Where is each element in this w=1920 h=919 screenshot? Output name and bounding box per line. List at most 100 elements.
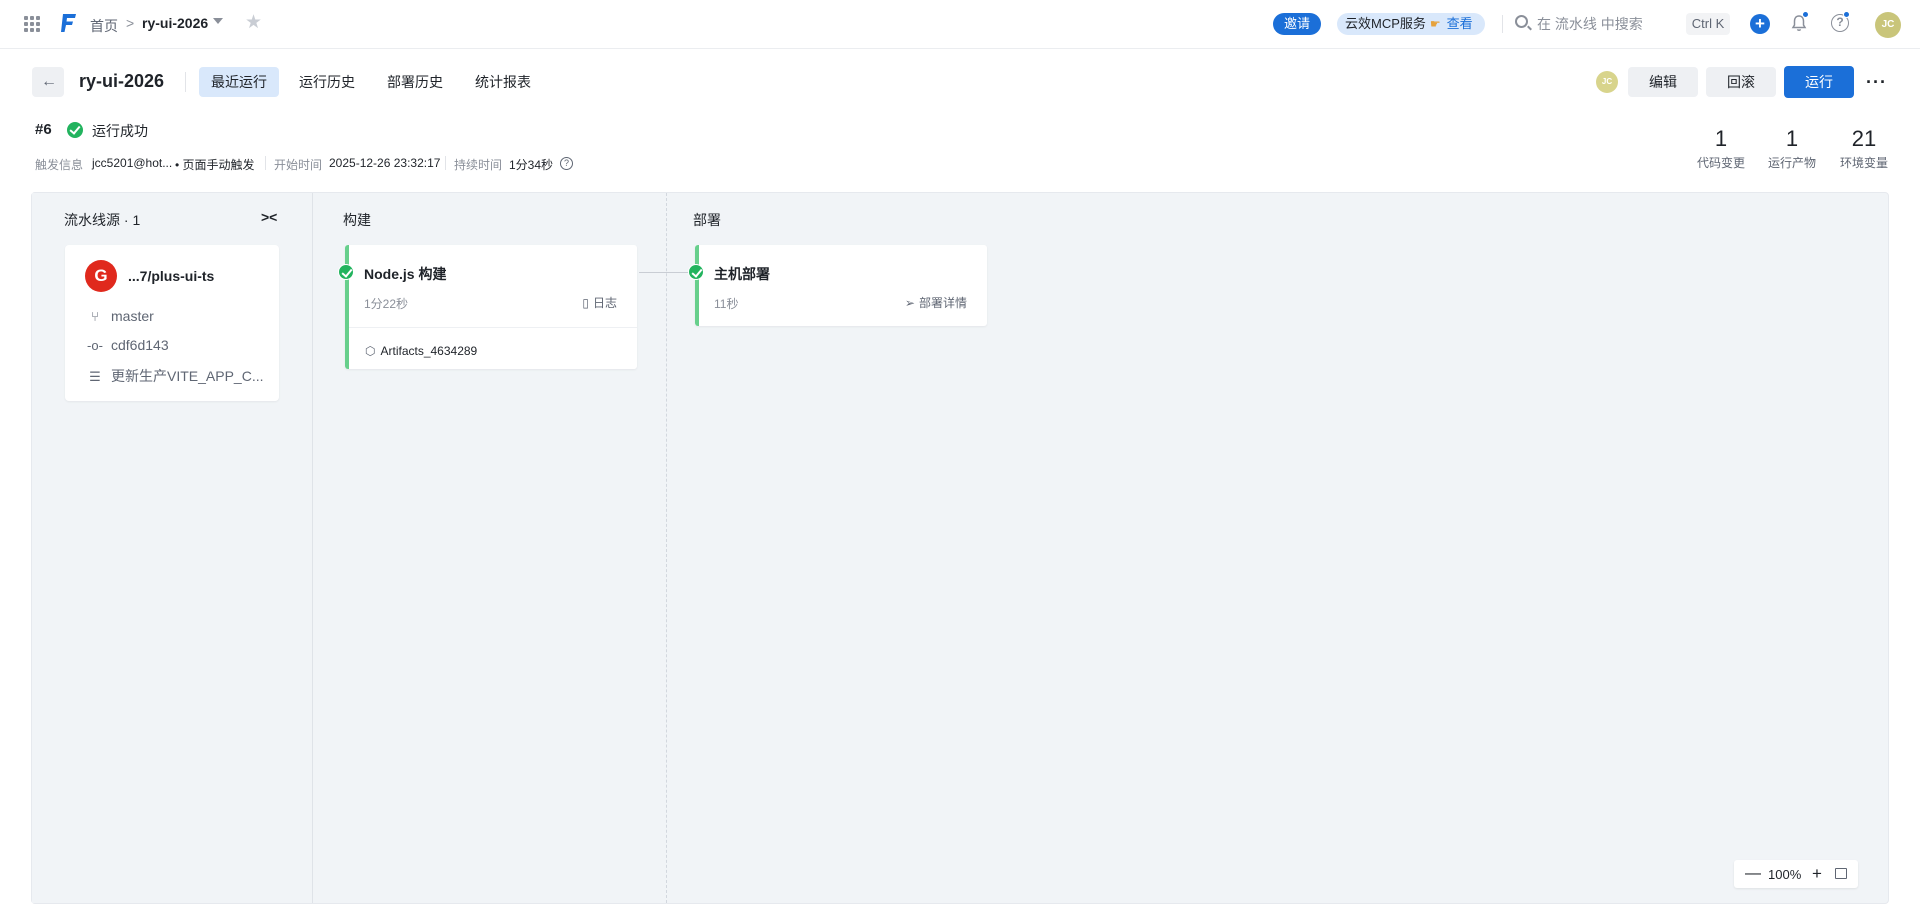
stage-header-deploy: 部署: [693, 212, 721, 228]
stat-artifacts[interactable]: 1 运行产物: [1764, 126, 1820, 171]
branch-name: master: [111, 308, 154, 324]
stat-value: 21: [1851, 126, 1877, 151]
job-title[interactable]: 主机部署: [714, 264, 770, 284]
tab-recent-runs[interactable]: 最近运行: [199, 67, 279, 97]
commit-icon: -o-: [87, 338, 103, 353]
job-duration: 11秒: [714, 297, 739, 311]
user-avatar[interactable]: JC: [1875, 12, 1901, 38]
owner-avatar[interactable]: JC: [1596, 71, 1618, 93]
arrow-left-icon: ←: [41, 73, 57, 90]
zoom-out-icon[interactable]: —: [1745, 865, 1761, 883]
branch-icon: ⑂: [91, 309, 99, 324]
logo-icon[interactable]: [60, 12, 78, 34]
stage-divider: [666, 193, 667, 903]
chevron-down-icon[interactable]: [213, 18, 223, 24]
job-divider: [349, 327, 637, 328]
breadcrumb-separator: >: [126, 15, 135, 31]
branch-row: ⑂ master: [87, 308, 154, 324]
run-status: 运行成功: [92, 123, 148, 139]
invite-button[interactable]: 邀请: [1273, 13, 1321, 35]
success-check-icon: [67, 122, 83, 138]
breadcrumb-home[interactable]: 首页: [90, 16, 118, 36]
edit-button[interactable]: 编辑: [1628, 67, 1698, 97]
stat-env-vars[interactable]: 21 环境变量: [1836, 126, 1892, 171]
run-number: #6: [35, 121, 52, 138]
run-button[interactable]: 运行: [1784, 66, 1854, 98]
start-time-label: 开始时间: [274, 158, 323, 172]
git-repo-icon: G: [85, 260, 117, 292]
tab-statistics[interactable]: 统计报表: [463, 67, 543, 97]
stat-label: 代码变更: [1696, 156, 1745, 170]
job-status-bar: [695, 245, 699, 326]
breadcrumb-project[interactable]: ry-ui-2026: [142, 15, 208, 31]
nav-divider: [1502, 15, 1503, 33]
duration-label: 持续时间: [454, 158, 503, 172]
artifact-item[interactable]: ⬡ Artifacts_4634289: [365, 344, 477, 358]
tab-deploy-history[interactable]: 部署历史: [375, 67, 455, 97]
document-icon: ☰: [89, 369, 101, 384]
meta-divider: [265, 156, 266, 170]
mcp-service-banner[interactable]: 云效MCP服务 ☛ 查看: [1337, 13, 1485, 35]
stat-code-changes[interactable]: 1 代码变更: [1693, 126, 1749, 171]
zoom-control: — 100% +: [1734, 860, 1858, 888]
trigger-type: • 页面手动触发: [175, 158, 255, 172]
zoom-level: 100%: [1768, 867, 1802, 882]
notification-dot: [1802, 11, 1809, 18]
stat-label: 环境变量: [1839, 156, 1888, 170]
success-check-icon: [688, 264, 704, 280]
log-link[interactable]: ▯ 日志: [582, 294, 617, 311]
send-icon: ➢: [904, 296, 915, 310]
info-icon[interactable]: ?: [560, 157, 573, 170]
artifact-name: Artifacts_4634289: [380, 344, 478, 358]
back-button[interactable]: ←: [32, 67, 64, 97]
trigger-label: 触发信息: [35, 158, 84, 172]
search-shortcut-badge: Ctrl K: [1686, 13, 1730, 35]
package-icon: ⬡: [365, 344, 376, 358]
more-icon[interactable]: ···: [1866, 72, 1887, 93]
duration: 1分34秒: [509, 158, 554, 172]
pointing-hand-icon: ☛: [1429, 17, 1441, 31]
message-row: ☰ 更新生产VITE_APP_C...: [87, 366, 263, 386]
job-title[interactable]: Node.js 构建: [364, 264, 446, 284]
source-column-header: 流水线源 · 1: [64, 212, 141, 228]
start-time: 2025-12-26 23:32:17: [329, 156, 441, 170]
pipeline-canvas[interactable]: 流水线源 · 1 >< G ...7/plus-ui-ts ⑂ master -o…: [31, 192, 1889, 904]
create-plus-icon[interactable]: +: [1750, 14, 1770, 34]
log-icon: ▯: [582, 296, 589, 310]
column-divider: [312, 193, 313, 903]
stat-label: 运行产物: [1767, 156, 1816, 170]
source-card[interactable]: G ...7/plus-ui-ts ⑂ master -o-cdf6d143 ☰ 更…: [65, 245, 279, 401]
page-title: ry-ui-2026: [79, 71, 165, 91]
fit-view-icon[interactable]: [1835, 868, 1847, 879]
commit-message: 更新生产VITE_APP_C...: [111, 368, 264, 384]
search-icon: [1515, 15, 1528, 28]
help-dot: [1843, 11, 1850, 18]
stage-header-build: 构建: [343, 212, 371, 228]
star-icon[interactable]: ★: [245, 13, 262, 32]
repo-name[interactable]: ...7/plus-ui-ts: [128, 268, 214, 284]
mcp-view-link[interactable]: 查看: [1447, 16, 1473, 31]
collapse-icon[interactable]: ><: [261, 209, 277, 225]
app-grid-icon[interactable]: [24, 16, 40, 32]
job-card-deploy[interactable]: 主机部署 11秒 ➢ 部署详情: [695, 245, 987, 326]
top-nav: 首页 > ry-ui-2026 ★ 邀请 云效MCP服务☛ 查看 Ctrl K +…: [0, 0, 1920, 49]
source-column: 流水线源 · 1 >< G ...7/plus-ui-ts ⑂ master -o…: [32, 193, 312, 903]
meta-divider: [445, 156, 446, 170]
stat-value: 1: [1785, 126, 1799, 151]
job-card-build[interactable]: Node.js 构建 1分22秒 ▯ 日志 ⬡ Artifacts_4634289: [345, 245, 637, 369]
commit-row: -o-cdf6d143: [87, 337, 169, 353]
tab-run-history[interactable]: 运行历史: [287, 67, 367, 97]
trigger-user[interactable]: jcc5201@hot...: [92, 156, 172, 170]
title-divider: [185, 72, 186, 92]
deploy-detail-link[interactable]: ➢ 部署详情: [905, 294, 967, 311]
search-input[interactable]: [1537, 12, 1677, 36]
success-check-icon: [338, 264, 354, 280]
log-link-label: 日志: [592, 296, 617, 310]
commit-hash[interactable]: cdf6d143: [111, 337, 169, 353]
deploy-detail-label: 部署详情: [918, 296, 967, 310]
zoom-in-icon[interactable]: +: [1812, 864, 1822, 884]
job-duration: 1分22秒: [364, 297, 409, 311]
stage-connector: [639, 272, 689, 273]
stat-value: 1: [1714, 126, 1728, 151]
rollback-button[interactable]: 回滚: [1706, 67, 1776, 97]
